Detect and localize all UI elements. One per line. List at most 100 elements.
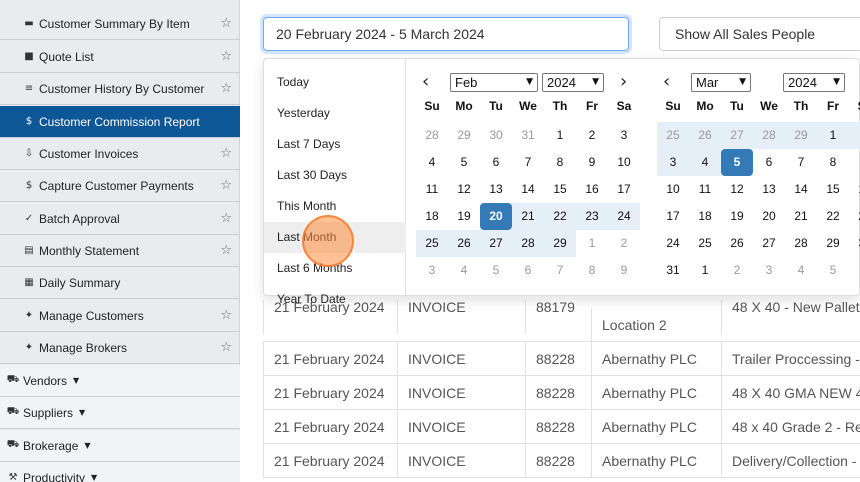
calendar-day[interactable]: 21 bbox=[785, 203, 817, 230]
calendar-day[interactable]: 6 bbox=[512, 257, 544, 284]
calendar-day[interactable]: 1 bbox=[817, 122, 849, 149]
calendar-day[interactable]: 7 bbox=[512, 149, 544, 176]
star-icon[interactable]: ☆ bbox=[220, 211, 232, 226]
sidebar-item-customer-summary-by-item[interactable]: ▬ Customer Summary By Item ☆ bbox=[0, 8, 240, 40]
month-select[interactable]: Mar ▼ bbox=[691, 73, 751, 92]
calendar-day[interactable]: 3 bbox=[657, 149, 689, 176]
sidebar-section-productivity[interactable]: ⚒ Productivity ▼ bbox=[0, 462, 240, 482]
table-row[interactable]: 21 February 2024 INVOICE 88228 Abernathy… bbox=[263, 342, 860, 376]
range-year-to-date[interactable]: Year To Date bbox=[264, 284, 406, 315]
star-icon[interactable]: ☆ bbox=[220, 81, 232, 96]
calendar-day[interactable]: 13 bbox=[480, 176, 512, 203]
table-row[interactable]: 21 February 2024 INVOICE 88228 Abernathy… bbox=[263, 444, 860, 478]
calendar-day[interactable]: 3 bbox=[753, 257, 785, 284]
calendar-day[interactable]: 8 bbox=[576, 257, 608, 284]
calendar-day[interactable]: 17 bbox=[657, 203, 689, 230]
calendar-day[interactable]: 3 bbox=[608, 122, 640, 149]
calendar-day[interactable]: 13 bbox=[753, 176, 785, 203]
sidebar-item-daily-summary[interactable]: ▦ Daily Summary bbox=[0, 267, 240, 299]
sidebar-item-customer-invoices[interactable]: ⇩ Customer Invoices ☆ bbox=[0, 138, 240, 170]
next-month-icon[interactable]: › bbox=[620, 71, 627, 93]
calendar-day[interactable]: 15 bbox=[544, 176, 576, 203]
calendar-day[interactable]: 20 bbox=[753, 203, 785, 230]
prev-month-icon[interactable]: ‹ bbox=[663, 71, 670, 93]
range-today[interactable]: Today bbox=[264, 67, 406, 98]
calendar-day[interactable]: 27 bbox=[480, 230, 512, 257]
year-select[interactable]: 2024 ▼ bbox=[783, 73, 845, 92]
calendar-day[interactable]: 12 bbox=[721, 176, 753, 203]
sidebar-item-batch-approval[interactable]: ✓ Batch Approval ☆ bbox=[0, 203, 240, 235]
calendar-day[interactable]: 10 bbox=[608, 149, 640, 176]
calendar-day[interactable]: 7 bbox=[544, 257, 576, 284]
calendar-day[interactable]: 16 bbox=[576, 176, 608, 203]
calendar-day[interactable]: 29 bbox=[448, 122, 480, 149]
calendar-day[interactable]: 24 bbox=[608, 203, 640, 230]
calendar-day[interactable]: 5 bbox=[817, 257, 849, 284]
calendar-day[interactable]: 1 bbox=[544, 122, 576, 149]
calendar-day[interactable]: 23 bbox=[576, 203, 608, 230]
calendar-day[interactable]: 14 bbox=[785, 176, 817, 203]
calendar-day[interactable]: 4 bbox=[416, 149, 448, 176]
sidebar-item-monthly-statement[interactable]: ▤ Monthly Statement ☆ bbox=[0, 235, 240, 267]
sales-people-select[interactable]: Show All Sales People bbox=[659, 17, 860, 51]
calendar-day[interactable]: 4 bbox=[448, 257, 480, 284]
calendar-day[interactable]: 8 bbox=[817, 149, 849, 176]
range-last-7-days[interactable]: Last 7 Days bbox=[264, 129, 406, 160]
calendar-day[interactable]: 5 bbox=[480, 257, 512, 284]
star-icon[interactable]: ☆ bbox=[220, 16, 232, 31]
calendar-day[interactable]: 19 bbox=[448, 203, 480, 230]
date-range-input[interactable]: 20 February 2024 - 5 March 2024 bbox=[263, 17, 629, 51]
calendar-day[interactable]: 3 bbox=[416, 257, 448, 284]
calendar-day[interactable]: 25 bbox=[689, 230, 721, 257]
calendar-day[interactable]: 26 bbox=[448, 230, 480, 257]
calendar-day[interactable]: 11 bbox=[416, 176, 448, 203]
calendar-day[interactable]: 4 bbox=[689, 149, 721, 176]
calendar-day[interactable]: 31 bbox=[657, 257, 689, 284]
calendar-day[interactable]: 24 bbox=[657, 230, 689, 257]
calendar-day[interactable]: 2 bbox=[721, 257, 753, 284]
prev-month-icon[interactable]: ‹ bbox=[422, 71, 429, 93]
calendar-day[interactable]: 5 bbox=[721, 149, 753, 176]
sidebar-item-quote-list[interactable]: ■ Quote List ☆ bbox=[0, 41, 240, 73]
calendar-day[interactable]: 18 bbox=[689, 203, 721, 230]
star-icon[interactable]: ☆ bbox=[220, 243, 232, 258]
calendar-day[interactable]: 11 bbox=[689, 176, 721, 203]
sidebar-section-brokerage[interactable]: ⛟ Brokerage ▼ bbox=[0, 430, 240, 462]
sidebar-item-customer-commission-report[interactable]: $ Customer Commission Report bbox=[0, 106, 240, 138]
calendar-day[interactable]: 1 bbox=[576, 230, 608, 257]
table-row[interactable]: 21 February 2024 INVOICE 88228 Abernathy… bbox=[263, 410, 860, 444]
calendar-day[interactable]: 6 bbox=[480, 149, 512, 176]
sidebar-item-capture-customer-payments[interactable]: $ Capture Customer Payments ☆ bbox=[0, 170, 240, 202]
star-icon[interactable]: ☆ bbox=[220, 49, 232, 64]
calendar-day[interactable]: 2 bbox=[576, 122, 608, 149]
calendar-day[interactable]: 14 bbox=[512, 176, 544, 203]
star-icon[interactable]: ☆ bbox=[220, 146, 232, 161]
calendar-day[interactable]: 17 bbox=[608, 176, 640, 203]
calendar-day[interactable]: 29 bbox=[785, 122, 817, 149]
sidebar-item-customer-history[interactable]: ≡ Customer History By Customer ☆ bbox=[0, 73, 240, 105]
calendar-day[interactable]: 10 bbox=[657, 176, 689, 203]
calendar-day[interactable]: 7 bbox=[785, 149, 817, 176]
sidebar-item-manage-customers[interactable]: ✦ Manage Customers ☆ bbox=[0, 300, 240, 332]
calendar-day[interactable]: 27 bbox=[721, 122, 753, 149]
table-row[interactable]: 21 February 2024 INVOICE 88228 Abernathy… bbox=[263, 376, 860, 410]
calendar-day[interactable]: 1 bbox=[689, 257, 721, 284]
sidebar-item-manage-brokers[interactable]: ✦ Manage Brokers ☆ bbox=[0, 332, 240, 364]
calendar-day[interactable]: 4 bbox=[785, 257, 817, 284]
calendar-day[interactable]: 25 bbox=[416, 230, 448, 257]
calendar-day[interactable]: 29 bbox=[544, 230, 576, 257]
calendar-day[interactable]: 25 bbox=[657, 122, 689, 149]
calendar-day[interactable]: 9 bbox=[576, 149, 608, 176]
calendar-day[interactable]: 20 bbox=[480, 203, 512, 230]
calendar-day[interactable]: 29 bbox=[817, 230, 849, 257]
star-icon[interactable]: ☆ bbox=[220, 340, 232, 355]
calendar-day[interactable]: 9 bbox=[608, 257, 640, 284]
calendar-day[interactable]: 28 bbox=[753, 122, 785, 149]
calendar-day[interactable]: 6 bbox=[753, 149, 785, 176]
calendar-day[interactable]: 2 bbox=[608, 230, 640, 257]
calendar-day[interactable]: 28 bbox=[785, 230, 817, 257]
calendar-day[interactable]: 30 bbox=[480, 122, 512, 149]
star-icon[interactable]: ☆ bbox=[220, 178, 232, 193]
sidebar-section-suppliers[interactable]: ⛟ Suppliers ▼ bbox=[0, 397, 240, 429]
calendar-day[interactable]: 22 bbox=[817, 203, 849, 230]
